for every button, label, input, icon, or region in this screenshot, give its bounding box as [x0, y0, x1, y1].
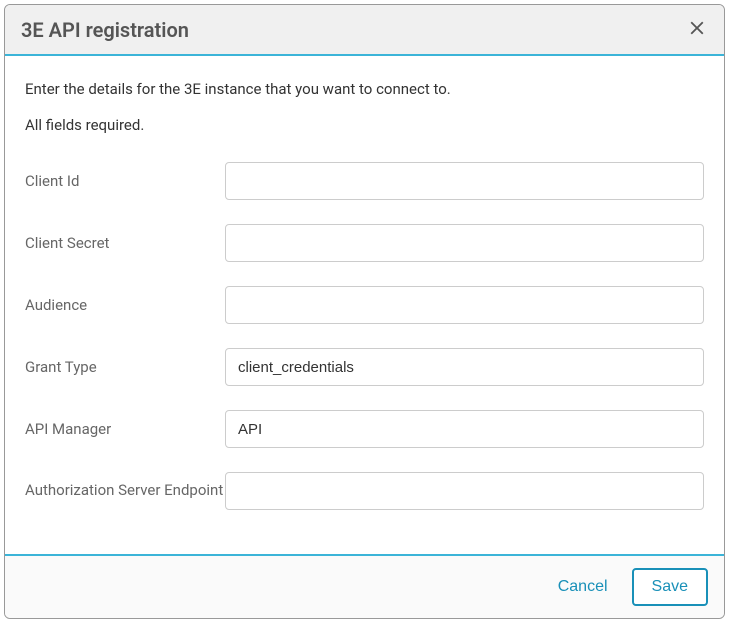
- required-text: All fields required.: [25, 116, 704, 134]
- dialog-body: Enter the details for the 3E instance th…: [5, 56, 724, 554]
- client-secret-input[interactable]: [225, 224, 704, 262]
- client-secret-label: Client Secret: [25, 234, 225, 252]
- form-row-client-secret: Client Secret: [25, 224, 704, 262]
- api-manager-input[interactable]: [225, 410, 704, 448]
- intro-text: Enter the details for the 3E instance th…: [25, 80, 704, 98]
- grant-type-label: Grant Type: [25, 358, 225, 376]
- close-icon: [686, 17, 708, 42]
- save-button[interactable]: Save: [632, 568, 708, 606]
- form-row-auth-endpoint: Authorization Server Endpoint: [25, 472, 704, 510]
- form-row-api-manager: API Manager: [25, 410, 704, 448]
- close-button[interactable]: [686, 17, 708, 42]
- auth-endpoint-input[interactable]: [225, 472, 704, 510]
- form-row-grant-type: Grant Type: [25, 348, 704, 386]
- client-id-input[interactable]: [225, 162, 704, 200]
- auth-endpoint-label: Authorization Server Endpoint: [25, 481, 225, 501]
- dialog-title: 3E API registration: [21, 18, 189, 42]
- audience-label: Audience: [25, 296, 225, 314]
- api-manager-label: API Manager: [25, 420, 225, 438]
- audience-input[interactable]: [225, 286, 704, 324]
- form-row-audience: Audience: [25, 286, 704, 324]
- dialog-header: 3E API registration: [5, 5, 724, 56]
- grant-type-input[interactable]: [225, 348, 704, 386]
- dialog-footer: Cancel Save: [5, 554, 724, 618]
- client-id-label: Client Id: [25, 172, 225, 190]
- cancel-button[interactable]: Cancel: [554, 570, 612, 604]
- form-row-client-id: Client Id: [25, 162, 704, 200]
- registration-dialog: 3E API registration Enter the details fo…: [4, 4, 725, 619]
